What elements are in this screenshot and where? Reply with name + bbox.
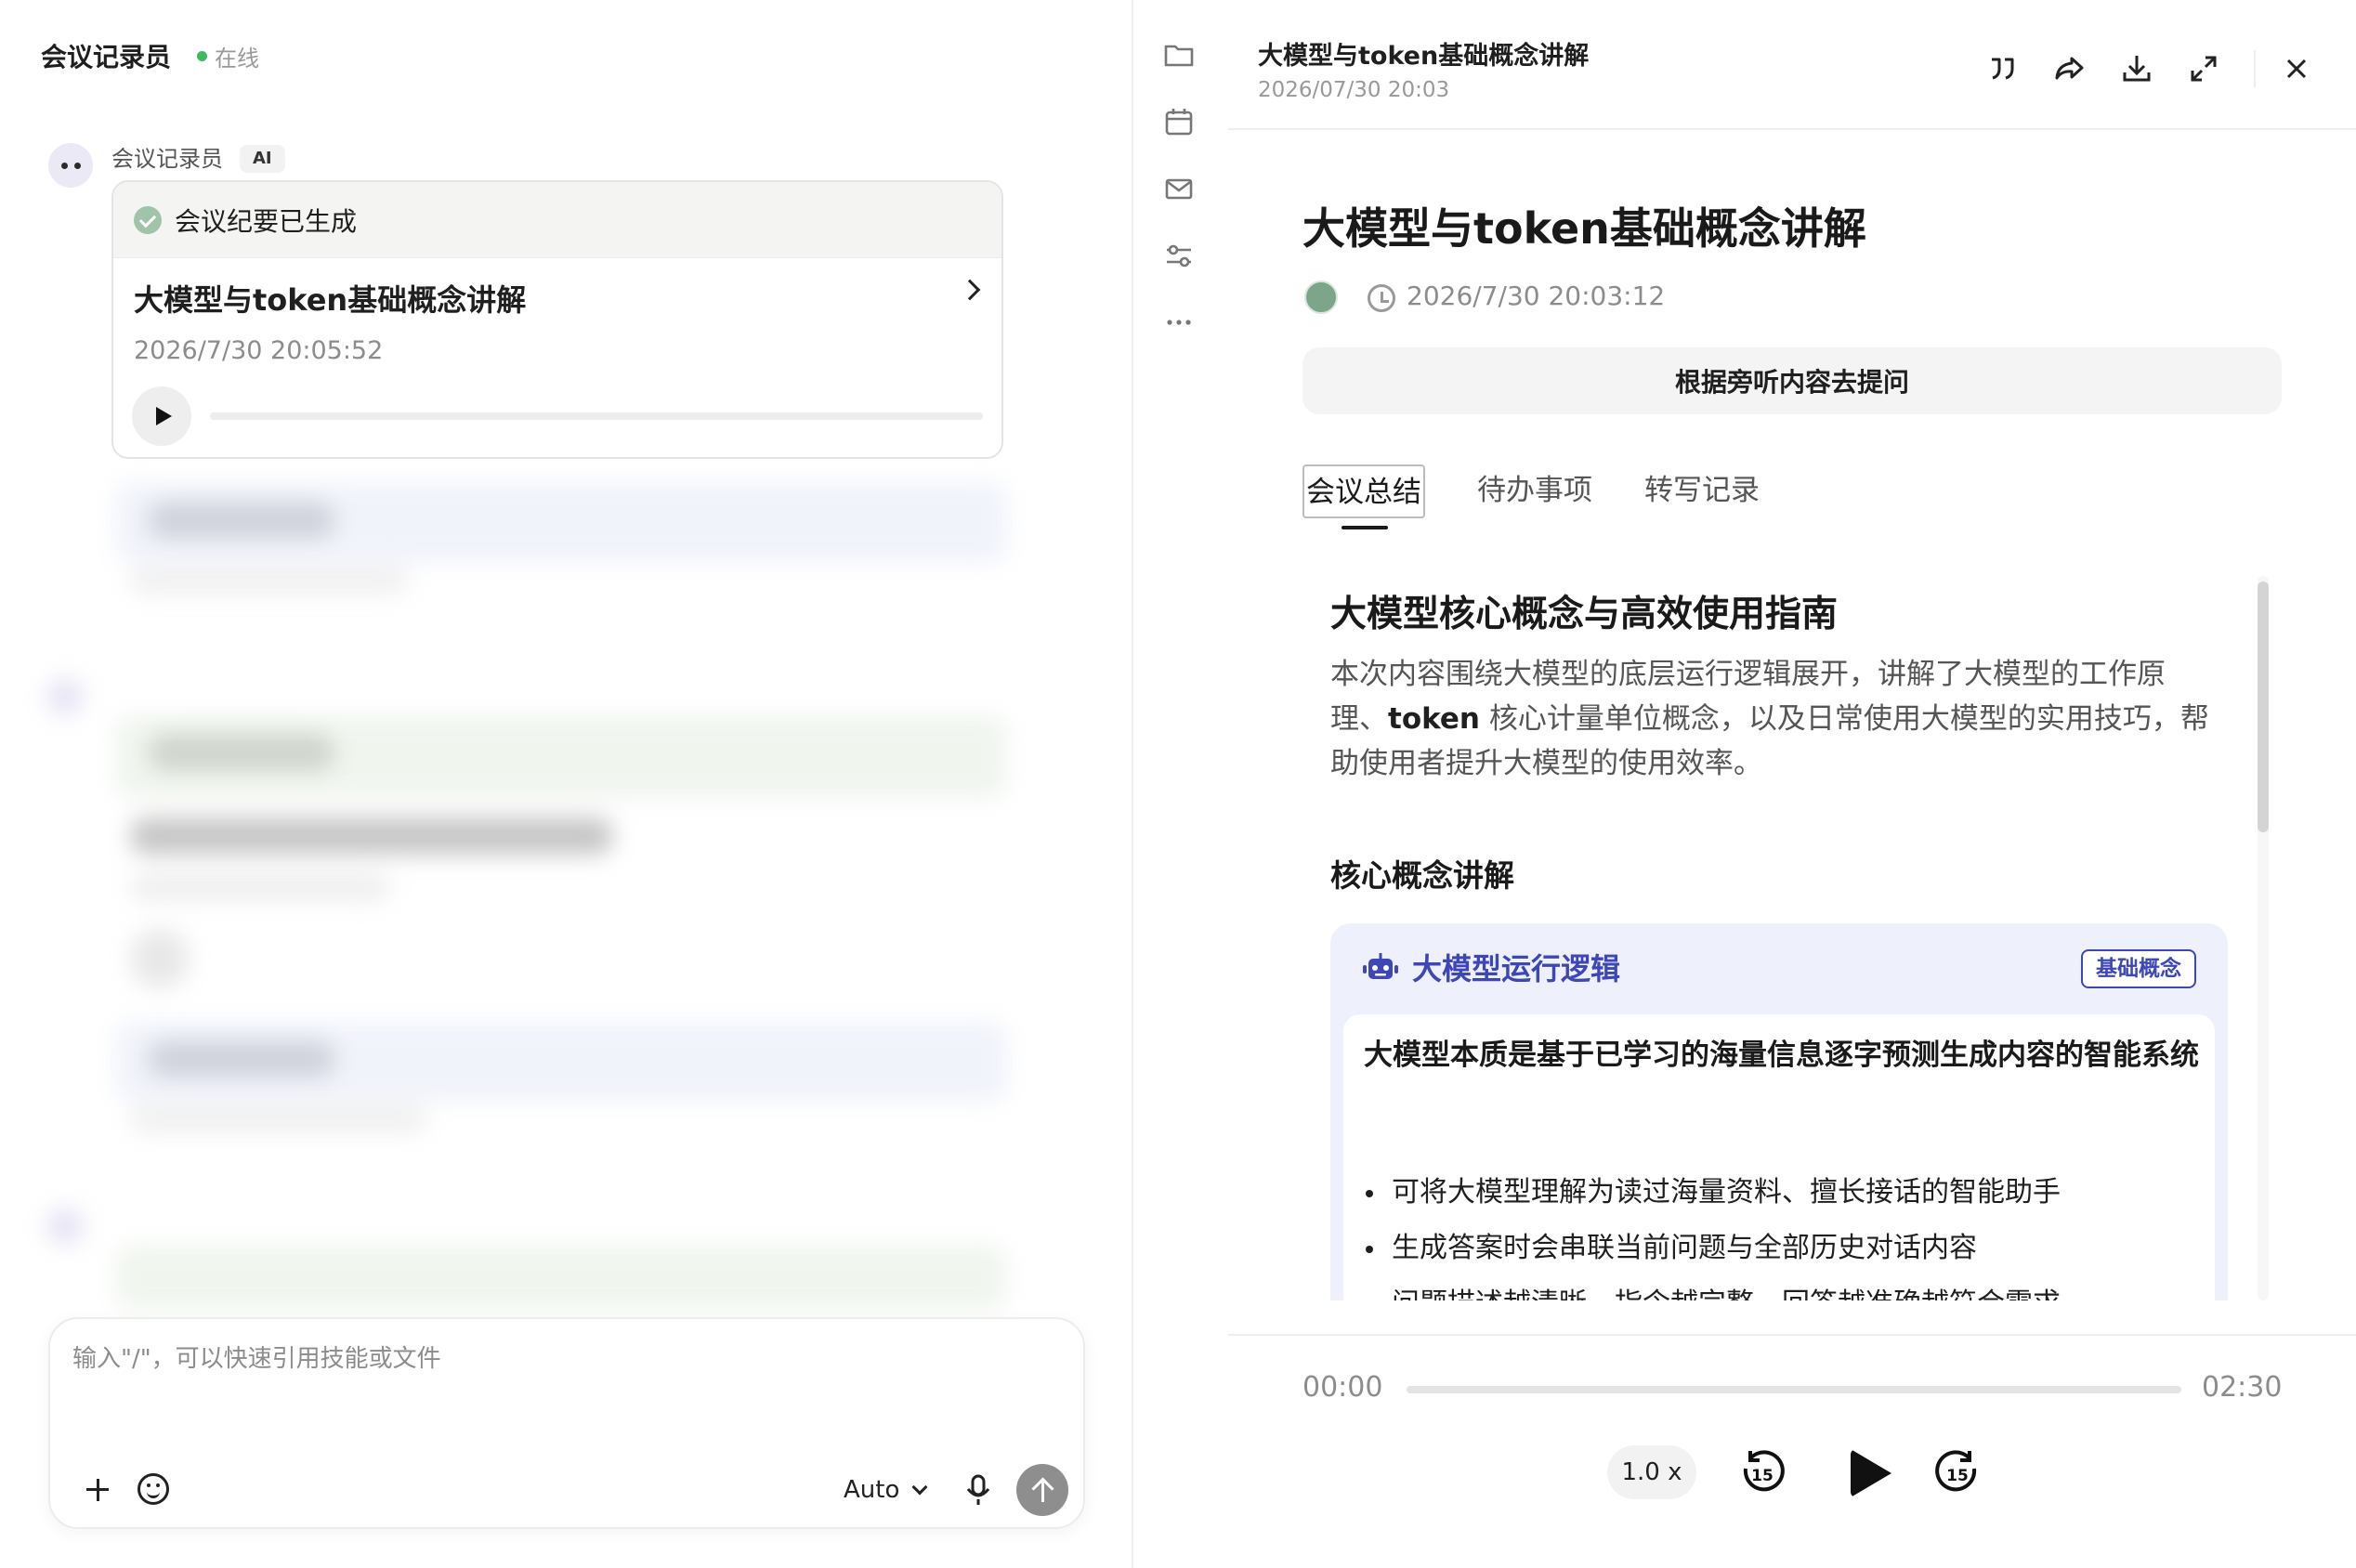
blurred-block: [149, 502, 334, 539]
blurred-block: [149, 734, 334, 771]
emoji-icon[interactable]: [137, 1473, 169, 1505]
share-icon[interactable]: [2053, 52, 2087, 85]
summary-body-token: token: [1388, 702, 1480, 736]
list-item: 可将大模型理解为读过海量资料、擅长接话的智能助手: [1364, 1165, 2200, 1221]
minutes-card[interactable]: 会议纪要已生成 大模型与token基础概念讲解 2026/7/30 20:05:…: [111, 180, 1003, 459]
icon-rail: [1135, 0, 1228, 1568]
expand-icon[interactable]: [2187, 52, 2220, 85]
concept-title: 大模型运行逻辑: [1412, 951, 1621, 987]
detail-header-title: 大模型与token基础概念讲解: [1258, 42, 1590, 71]
online-status: 在线: [215, 45, 260, 72]
folder-icon[interactable]: [1163, 39, 1195, 71]
blurred-history: [37, 464, 1022, 1310]
blurred-block: [130, 567, 409, 595]
blurred-block: [149, 1040, 334, 1078]
chat-title: 会议记录员: [41, 42, 172, 72]
minutes-status: 会议纪要已生成: [175, 205, 358, 237]
tab-transcript[interactable]: 转写记录: [1644, 464, 1760, 518]
summary-title: 大模型核心概念与高效使用指南: [1330, 594, 1839, 635]
bot-name: 会议记录员: [111, 146, 223, 172]
blurred-block: [130, 929, 190, 988]
mail-icon[interactable]: [1163, 173, 1195, 204]
ask-from-transcript-button[interactable]: 根据旁听内容去提问: [1302, 347, 2282, 414]
calendar-icon[interactable]: [1163, 106, 1195, 137]
bot-avatar: [48, 143, 93, 188]
core-concepts-title: 核心概念讲解: [1330, 857, 1514, 894]
summary-content: 大模型核心概念与高效使用指南 本次内容围绕大模型的底层运行逻辑展开，讲解了大模型…: [1302, 567, 2306, 1300]
sliders-icon[interactable]: [1163, 240, 1195, 271]
play-button[interactable]: [1834, 1440, 1899, 1505]
check-circle-icon: [134, 205, 162, 234]
audio-player: 00:00 02:30 1.0 x 15 15: [1228, 1334, 2356, 1568]
tab-todos[interactable]: 待办事项: [1477, 464, 1592, 518]
detail-tabs: 会议总结 待办事项 转写记录: [1302, 464, 1812, 529]
blurred-block: [115, 1245, 1007, 1310]
doc-title: 大模型与token基础概念讲解: [1302, 203, 1866, 254]
list-item: 生成答案时会串联当前问题与全部历史对话内容: [1364, 1221, 2200, 1276]
message-input[interactable]: [72, 1339, 1057, 1432]
more-icon[interactable]: [1163, 307, 1195, 338]
blurred-block: [130, 873, 390, 901]
robot-icon: [1363, 953, 1398, 979]
concept-card: 大模型运行逻辑 基础概念 大模型本质是基于已学习的海量信息逐字预测生成内容的智能…: [1330, 923, 2228, 1300]
chat-panel: 会议记录员 在线 会议记录员 AI 会议纪要已生成 大模型与token基础概念讲…: [0, 0, 1133, 1568]
concept-bullet-list: 可将大模型理解为读过海量资料、擅长接话的智能助手 生成答案时会串联当前问题与全部…: [1364, 1165, 2200, 1300]
model-select-value: Auto: [844, 1476, 900, 1504]
chevron-right-icon[interactable]: [959, 279, 981, 301]
plus-icon[interactable]: [78, 1471, 115, 1509]
minutes-detail-panel: 大模型与token基础概念讲解 2026/07/30 20:03 大模型与tok…: [1228, 0, 2356, 1568]
concept-lead: 大模型本质是基于已学习的海量信息逐字预测生成内容的智能系统: [1364, 1039, 2199, 1072]
summary-body: 本次内容围绕大模型的底层运行逻辑展开，讲解了大模型的工作原理、token 核心计…: [1330, 652, 2222, 786]
download-icon[interactable]: [2120, 52, 2153, 85]
author-avatar: [1304, 281, 1338, 314]
clock-icon: [1368, 284, 1395, 312]
concept-body: 大模型本质是基于已学习的海量信息逐字预测生成内容的智能系统 可将大模型理解为读过…: [1343, 1014, 2215, 1300]
rewind-seconds-label: 15: [1751, 1467, 1774, 1485]
microphone-icon[interactable]: [962, 1473, 994, 1507]
player-duration: 02:30: [2202, 1371, 2283, 1404]
doc-time: 2026/7/30 20:03:12: [1407, 281, 1666, 311]
ai-badge: AI: [240, 145, 285, 173]
playback-speed-button[interactable]: 1.0 x: [1607, 1445, 1696, 1499]
detail-header: 大模型与token基础概念讲解 2026/07/30 20:03: [1228, 0, 2356, 130]
minutes-progress-bar[interactable]: [210, 412, 983, 420]
minutes-card-header: 会议纪要已生成: [113, 182, 1001, 258]
send-button[interactable]: [1016, 1464, 1068, 1516]
blurred-block: [130, 1105, 427, 1133]
scrollbar-thumb[interactable]: [2258, 581, 2269, 832]
blurred-block: [46, 678, 84, 715]
minutes-play-button[interactable]: [132, 386, 191, 446]
blurred-block: [46, 1208, 84, 1245]
close-icon[interactable]: [2280, 52, 2313, 85]
quote-icon[interactable]: [1986, 52, 2020, 85]
blurred-block: [130, 817, 613, 855]
content-scrollbar[interactable]: [2258, 576, 2269, 1300]
player-current-time: 00:00: [1302, 1371, 1383, 1404]
minutes-title: 大模型与token基础概念讲解: [134, 282, 527, 318]
tab-summary[interactable]: 会议总结: [1302, 464, 1425, 529]
message-composer: Auto: [48, 1317, 1085, 1529]
chat-header: 会议记录员 在线: [41, 37, 259, 74]
player-progress-track[interactable]: [1407, 1386, 2181, 1393]
header-divider: [2254, 50, 2256, 87]
detail-header-time: 2026/07/30 20:03: [1258, 78, 1450, 102]
model-select[interactable]: Auto: [844, 1471, 928, 1509]
list-item: 问题描述越清晰，指令越完整，回答越准确越符合需求: [1364, 1276, 2200, 1300]
concept-tag: 基础概念: [2081, 949, 2196, 988]
rewind-15-icon[interactable]: 15: [1735, 1445, 1789, 1499]
forward-15-icon[interactable]: 15: [1931, 1445, 1984, 1499]
online-indicator: [197, 50, 208, 61]
forward-seconds-label: 15: [1946, 1467, 1969, 1485]
minutes-time: 2026/7/30 20:05:52: [134, 336, 384, 365]
chevron-down-icon: [911, 1479, 928, 1496]
